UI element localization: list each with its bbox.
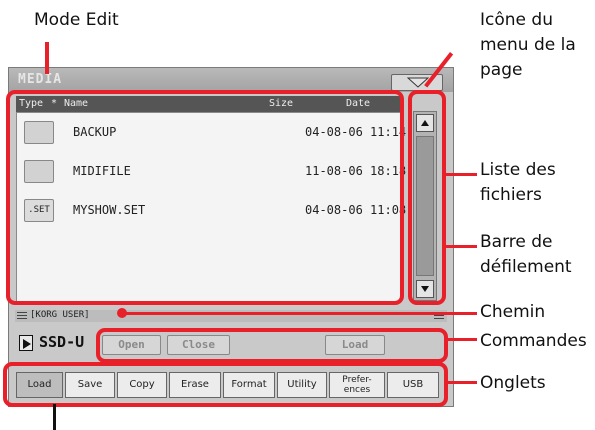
- load-button[interactable]: Load: [325, 335, 385, 355]
- tab-load[interactable]: Load: [16, 372, 63, 398]
- media-screen: MEDIA Type * Name Size Date BACKUP 04-08…: [8, 67, 454, 407]
- callout-page-menu-icon: Icône du menu de la page: [480, 10, 576, 80]
- file-date: 04-08-06 11:14: [305, 125, 407, 139]
- scroll-thumb[interactable]: [416, 136, 434, 276]
- page-title: MEDIA: [18, 72, 63, 87]
- play-triangle-icon: [23, 339, 31, 349]
- tab-utility[interactable]: Utility: [277, 372, 327, 398]
- tab-save[interactable]: Save: [65, 372, 115, 398]
- file-list-header: Type * Name Size Date: [16, 96, 401, 112]
- tab-format[interactable]: Format: [223, 372, 275, 398]
- callout-tabs: Onglets: [480, 373, 546, 393]
- file-row[interactable]: MIDIFILE 11-08-06 18:18: [17, 152, 406, 192]
- path-leader: [122, 312, 477, 315]
- scroll-up-button[interactable]: [416, 114, 434, 132]
- tab-preferences[interactable]: Prefer- ences: [329, 372, 385, 398]
- callout-scrollbar: Barre de défilement: [480, 232, 572, 277]
- scrollbar-leader: [445, 245, 477, 248]
- drive-expand-button[interactable]: [19, 335, 33, 351]
- file-list-leader: [445, 173, 477, 176]
- file-date: 11-08-06 18:18: [305, 164, 407, 178]
- set-file-icon: .SET: [24, 199, 54, 222]
- tab-usb[interactable]: USB: [387, 372, 439, 398]
- file-date: 04-08-06 11:08: [305, 203, 407, 217]
- callout-file-list: Liste des fichiers: [480, 160, 556, 205]
- file-name: MIDIFILE: [73, 164, 131, 178]
- drive-leader: [53, 404, 56, 430]
- drive-label: SSD-U: [39, 333, 85, 351]
- column-name[interactable]: Name: [64, 98, 88, 109]
- callout-commands: Commandes: [480, 331, 587, 351]
- column-date[interactable]: Date: [346, 98, 370, 109]
- scrollbar[interactable]: [413, 111, 437, 301]
- column-type[interactable]: Type: [19, 98, 43, 109]
- file-name: BACKUP: [73, 125, 117, 139]
- tab-erase[interactable]: Erase: [169, 372, 221, 398]
- path-leader-dot: [117, 308, 127, 318]
- file-row[interactable]: .SET MYSHOW.SET 04-08-06 11:08: [17, 191, 406, 231]
- file-name: MYSHOW.SET: [73, 203, 146, 217]
- arrow-up-icon: [421, 120, 429, 126]
- column-size[interactable]: Size: [269, 98, 293, 109]
- current-path: [KORG USER]: [30, 310, 90, 320]
- mode-edit-leader: [45, 42, 49, 74]
- menu-lines-icon: [17, 312, 27, 319]
- sort-marker: *: [51, 98, 58, 109]
- folder-icon: [24, 160, 54, 183]
- file-row[interactable]: BACKUP 04-08-06 11:14: [17, 113, 406, 153]
- close-button[interactable]: Close: [167, 335, 230, 355]
- tab-copy[interactable]: Copy: [117, 372, 167, 398]
- title-bar: MEDIA: [9, 68, 453, 92]
- open-button[interactable]: Open: [102, 335, 161, 355]
- file-list[interactable]: BACKUP 04-08-06 11:14 MIDIFILE 11-08-06 …: [16, 112, 406, 303]
- callout-mode-edit: Mode Edit: [34, 10, 119, 30]
- callout-path: Chemin: [480, 302, 546, 322]
- commands-leader: [448, 338, 477, 341]
- scroll-down-button[interactable]: [416, 280, 434, 298]
- arrow-down-icon: [421, 286, 429, 292]
- folder-icon: [24, 121, 54, 144]
- tabs-leader: [448, 381, 477, 384]
